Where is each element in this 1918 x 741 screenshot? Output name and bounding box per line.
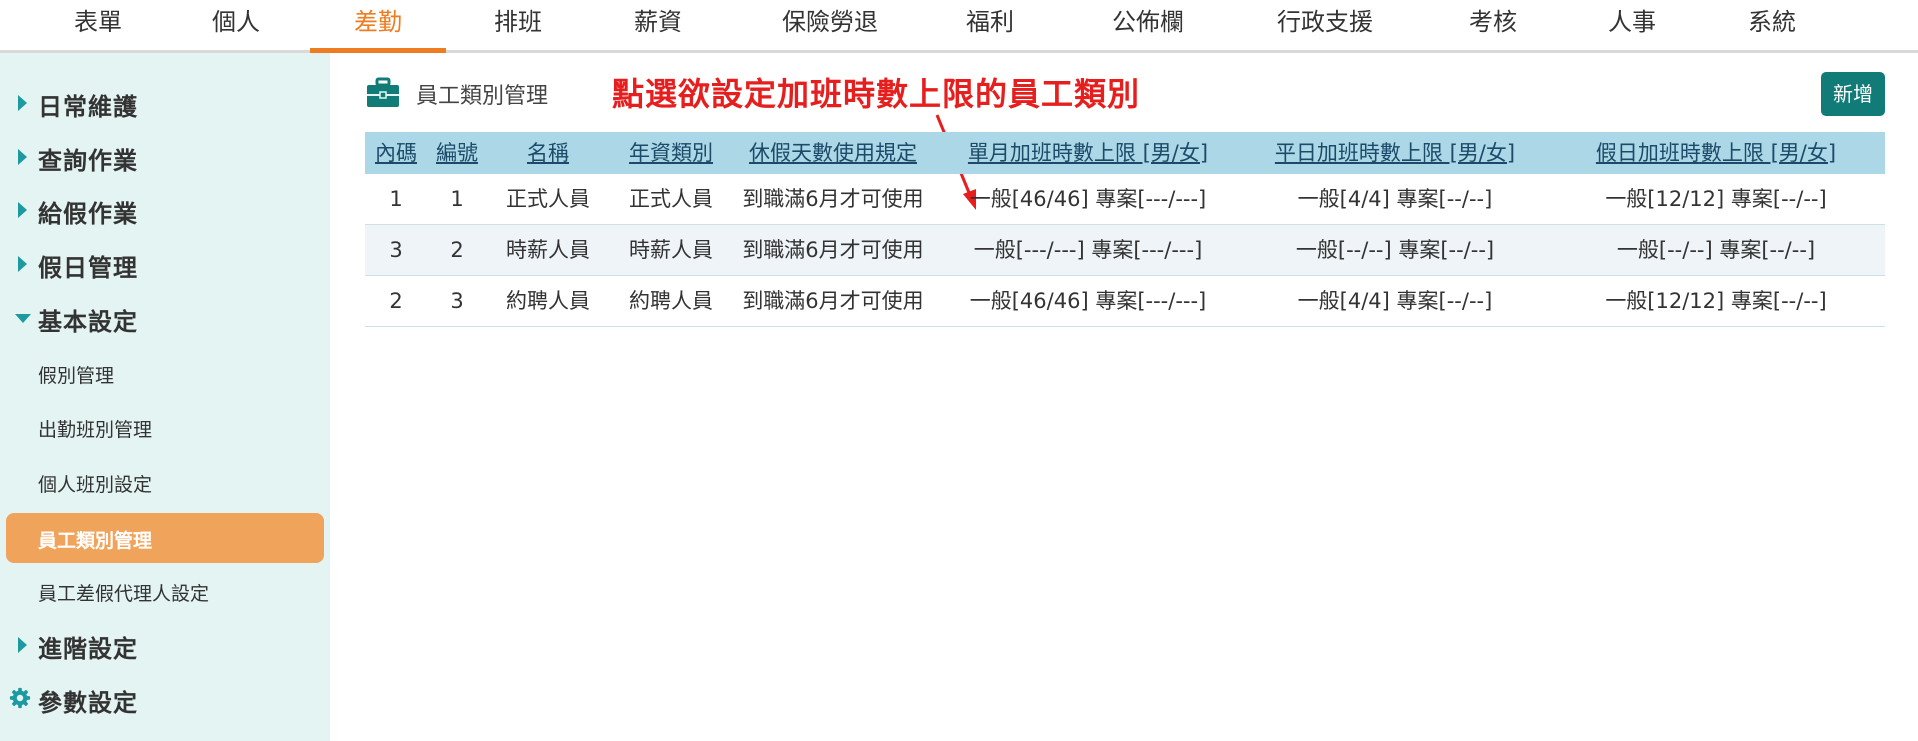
- nav-item-scheduling[interactable]: 排班: [470, 0, 566, 50]
- nav-item-payroll[interactable]: 薪資: [610, 0, 706, 50]
- cell-monthly-overtime: 一般[---/---] 專案[---/---]: [973, 238, 1203, 262]
- nav-item-personal[interactable]: 個人: [188, 0, 284, 50]
- table-row[interactable]: 2 3 約聘人員 約聘人員 到職滿6月才可使用 一般[46/46] 專案[---…: [365, 276, 1885, 327]
- sidebar-item-label: 查詢作業: [38, 147, 138, 175]
- sidebar-item-label: 給假作業: [38, 200, 138, 228]
- page-title: 員工類別管理: [416, 84, 549, 109]
- cell-code: 1: [389, 187, 403, 211]
- nav-item-insurance[interactable]: 保險勞退: [760, 0, 900, 50]
- caret-down-icon: [15, 314, 31, 323]
- cell-leave-rule: 到職滿6月才可使用: [742, 289, 924, 313]
- cell-number: 1: [450, 187, 464, 211]
- nav-item-attendance[interactable]: 差勤: [310, 0, 446, 53]
- briefcase-icon: [367, 77, 399, 107]
- column-header-monthly-overtime[interactable]: 單月加班時數上限 [男/女]: [933, 132, 1243, 174]
- cell-name: 正式人員: [506, 187, 590, 211]
- caret-right-icon: [18, 637, 27, 653]
- cell-holiday-overtime: 一般[--/--] 專案[--/--]: [1616, 238, 1816, 262]
- cell-weekday-overtime: 一般[--/--] 專案[--/--]: [1295, 238, 1495, 262]
- sidebar-subitem-label: 假別管理: [38, 365, 115, 387]
- cell-seniority-type: 正式人員: [629, 187, 713, 211]
- sidebar-subitem-employee-category[interactable]: 員工類別管理: [6, 513, 324, 563]
- sidebar-subitem-label: 員工類別管理: [38, 530, 153, 552]
- column-header-code[interactable]: 內碼: [365, 132, 427, 174]
- sidebar-subitem-label: 出勤班別管理: [38, 419, 153, 441]
- sidebar-item-label: 假日管理: [38, 254, 138, 282]
- nav-item-evaluation[interactable]: 考核: [1445, 0, 1541, 50]
- cell-holiday-overtime: 一般[12/12] 專案[--/--]: [1605, 289, 1827, 313]
- sidebar-item-leave-grant[interactable]: 給假作業: [0, 188, 330, 232]
- cell-monthly-overtime: 一般[46/46] 專案[---/---]: [969, 289, 1207, 313]
- column-header-weekday-overtime[interactable]: 平日加班時數上限 [男/女]: [1243, 132, 1547, 174]
- sidebar-subitem-leave-agent[interactable]: 員工差假代理人設定: [0, 568, 330, 614]
- column-header-holiday-overtime[interactable]: 假日加班時數上限 [男/女]: [1547, 132, 1885, 174]
- table-row[interactable]: 1 1 正式人員 正式人員 到職滿6月才可使用 一般[46/46] 專案[---…: [365, 174, 1885, 225]
- sidebar-subitem-personal-shift[interactable]: 個人班別設定: [0, 459, 330, 505]
- caret-right-icon: [18, 95, 27, 111]
- column-header-leave-rule[interactable]: 休假天數使用規定: [733, 132, 933, 174]
- sidebar-item-label: 進階設定: [38, 635, 138, 663]
- cell-monthly-overtime: 一般[46/46] 專案[---/---]: [969, 187, 1207, 211]
- sidebar-item-query[interactable]: 查詢作業: [0, 135, 330, 179]
- nav-item-welfare[interactable]: 福利: [942, 0, 1038, 50]
- sidebar-item-label: 基本設定: [38, 308, 138, 336]
- cell-leave-rule: 到職滿6月才可使用: [742, 238, 924, 262]
- sidebar-item-basic-settings[interactable]: 基本設定: [0, 296, 330, 340]
- annotation-text: 點選欲設定加班時數上限的員工類別: [612, 75, 1141, 113]
- nav-item-bulletin[interactable]: 公佈欄: [1093, 0, 1203, 50]
- cell-number: 3: [450, 289, 464, 313]
- nav-item-system[interactable]: 系統: [1724, 0, 1820, 50]
- caret-right-icon: [18, 256, 27, 272]
- cell-leave-rule: 到職滿6月才可使用: [742, 187, 924, 211]
- sidebar-item-parameter-settings[interactable]: 參數設定: [0, 677, 330, 721]
- column-header-number[interactable]: 編號: [427, 132, 487, 174]
- cell-number: 2: [450, 238, 464, 262]
- sidebar-item-label: 日常維護: [38, 93, 138, 121]
- employee-category-table: 內碼 編號 名稱 年資類別 休假天數使用規定 單月加班時數上限 [男/女] 平日…: [365, 132, 1885, 327]
- sidebar: 日常維護 查詢作業 給假作業 假日管理 基本設定 假別管理 出勤班別管理 個人班…: [0, 53, 330, 741]
- sidebar-item-daily-maintenance[interactable]: 日常維護: [0, 81, 330, 125]
- sidebar-subitem-label: 個人班別設定: [38, 474, 153, 496]
- add-button[interactable]: 新增: [1821, 72, 1885, 116]
- gear-icon: [9, 687, 31, 709]
- table-header: 內碼 編號 名稱 年資類別 休假天數使用規定 單月加班時數上限 [男/女] 平日…: [365, 132, 1885, 174]
- nav-item-admin-support[interactable]: 行政支援: [1262, 0, 1388, 50]
- cell-weekday-overtime: 一般[4/4] 專案[--/--]: [1297, 187, 1493, 211]
- cell-code: 2: [389, 289, 403, 313]
- caret-right-icon: [18, 149, 27, 165]
- cell-code: 3: [389, 238, 403, 262]
- sidebar-subitem-leave-types[interactable]: 假別管理: [0, 350, 330, 396]
- sidebar-item-holiday[interactable]: 假日管理: [0, 242, 330, 286]
- top-nav: 表單 個人 差勤 排班 薪資 保險勞退 福利 公佈欄 行政支援 考核 人事 系統: [0, 0, 1918, 53]
- cell-name: 約聘人員: [506, 289, 590, 313]
- sidebar-subitem-label: 員工差假代理人設定: [38, 583, 210, 605]
- cell-weekday-overtime: 一般[4/4] 專案[--/--]: [1297, 289, 1493, 313]
- sidebar-subitem-shift-types[interactable]: 出勤班別管理: [0, 404, 330, 450]
- cell-name: 時薪人員: [506, 238, 590, 262]
- sidebar-item-advanced-settings[interactable]: 進階設定: [0, 623, 330, 667]
- column-header-name[interactable]: 名稱: [487, 132, 609, 174]
- caret-right-icon: [18, 202, 27, 218]
- nav-item-forms[interactable]: 表單: [50, 0, 146, 50]
- cell-seniority-type: 約聘人員: [629, 289, 713, 313]
- cell-seniority-type: 時薪人員: [629, 238, 713, 262]
- table-row[interactable]: 3 2 時薪人員 時薪人員 到職滿6月才可使用 一般[---/---] 專案[-…: [365, 225, 1885, 276]
- nav-item-hr[interactable]: 人事: [1584, 0, 1680, 50]
- column-header-seniority-type[interactable]: 年資類別: [609, 132, 733, 174]
- cell-holiday-overtime: 一般[12/12] 專案[--/--]: [1605, 187, 1827, 211]
- sidebar-item-label: 參數設定: [38, 689, 138, 717]
